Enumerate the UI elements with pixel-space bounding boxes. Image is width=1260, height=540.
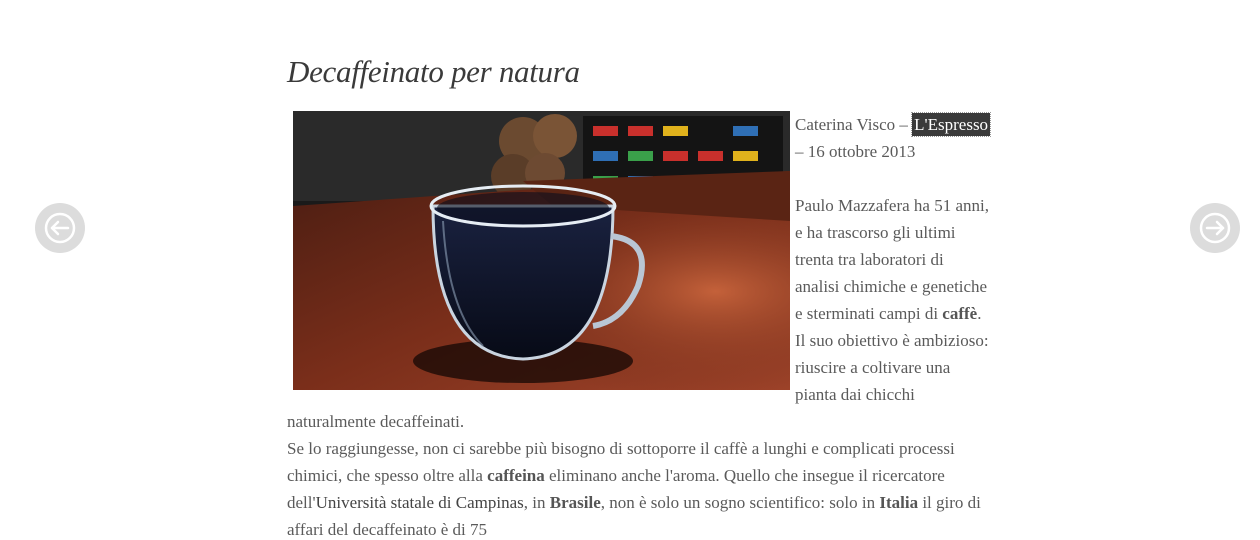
article: Decaffeinato per natura Caterina Visco –…: [287, 0, 992, 540]
coffee-cup-photo: [293, 111, 790, 390]
keyword-brasile: Brasile: [549, 493, 601, 512]
keyword-caffe: caffè: [942, 304, 978, 323]
keyword-italia: Italia: [879, 493, 919, 512]
source-link[interactable]: L'Espresso: [911, 112, 992, 137]
article-content: Caterina Visco – L'Espresso – 16 ottobre…: [287, 111, 992, 540]
arrow-left-icon: [44, 212, 76, 244]
byline-separator: –: [895, 115, 913, 134]
paragraph-2: Se lo raggiungesse, non ci sarebbe più b…: [287, 439, 981, 539]
article-title: Decaffeinato per natura: [287, 54, 580, 89]
byline-date: 16 ottobre 2013: [807, 142, 916, 161]
next-article-button[interactable]: [1190, 203, 1240, 253]
arrow-right-icon: [1199, 212, 1231, 244]
byline-separator: –: [795, 142, 808, 161]
prev-article-button[interactable]: [35, 203, 85, 253]
keyword-caffeina: caffeina: [487, 466, 545, 485]
byline-author: Caterina Visco: [795, 115, 896, 134]
university-link[interactable]: Università statale di Campinas: [316, 493, 524, 512]
